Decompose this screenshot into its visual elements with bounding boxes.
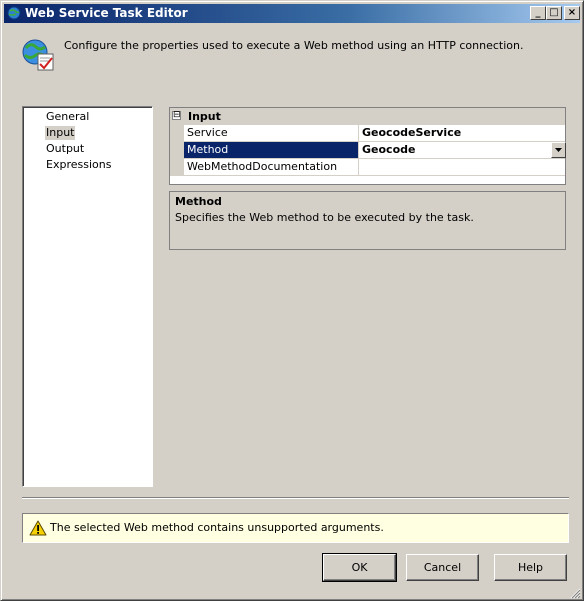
collapse-icon[interactable]: ⊟: [172, 111, 181, 120]
property-name: WebMethodDocumentation: [184, 159, 359, 175]
page-navigation-list[interactable]: General Input Output Expressions: [22, 106, 153, 487]
cancel-button[interactable]: Cancel: [406, 554, 479, 581]
web-service-task-icon: [22, 39, 54, 71]
minimize-icon: _: [535, 7, 541, 18]
dialog-window: Web Service Task Editor _ □ × Configure …: [0, 0, 584, 601]
warning-message-text: The selected Web method contains unsuppo…: [50, 521, 384, 534]
warning-icon: [29, 520, 47, 536]
app-icon: [7, 6, 21, 20]
property-value[interactable]: Geocode: [362, 142, 415, 158]
warning-message-bar: The selected Web method contains unsuppo…: [22, 513, 569, 543]
description-text: Specifies the Web method to be executed …: [175, 211, 474, 224]
nav-item-general[interactable]: General: [46, 110, 89, 124]
header-description: Configure the properties used to execute…: [64, 39, 524, 52]
close-button[interactable]: ×: [564, 6, 580, 20]
nav-item-input[interactable]: Input: [45, 126, 76, 140]
chevron-down-icon: [555, 148, 562, 152]
maximize-icon: □: [549, 7, 559, 18]
property-value[interactable]: GeocodeService: [362, 125, 461, 141]
minimize-button[interactable]: _: [530, 6, 546, 20]
category-row-input[interactable]: ⊟ Input: [170, 108, 565, 125]
close-icon: ×: [567, 7, 577, 18]
nav-item-expressions[interactable]: Expressions: [46, 158, 111, 172]
maximize-button[interactable]: □: [546, 6, 562, 20]
resize-grip-icon[interactable]: [569, 587, 581, 599]
property-row-service[interactable]: Service GeocodeService: [184, 125, 565, 142]
help-button[interactable]: Help: [494, 554, 567, 581]
property-name: Method: [184, 142, 359, 158]
property-grid[interactable]: ⊟ Input Service GeocodeService Method Ge…: [169, 107, 566, 185]
category-label: Input: [188, 110, 221, 123]
nav-item-output[interactable]: Output: [46, 142, 84, 156]
property-description-panel: Method Specifies the Web method to be ex…: [169, 191, 566, 250]
title-bar[interactable]: Web Service Task Editor _ □ ×: [4, 4, 580, 23]
description-title: Method: [175, 195, 222, 208]
method-dropdown-button[interactable]: [551, 142, 566, 158]
property-row-method[interactable]: Method Geocode: [184, 142, 566, 159]
property-row-webmethoddocumentation[interactable]: WebMethodDocumentation: [184, 159, 565, 176]
window-title: Web Service Task Editor: [25, 6, 188, 20]
ok-button[interactable]: OK: [322, 553, 397, 582]
property-name: Service: [184, 125, 359, 141]
divider: [22, 497, 569, 499]
